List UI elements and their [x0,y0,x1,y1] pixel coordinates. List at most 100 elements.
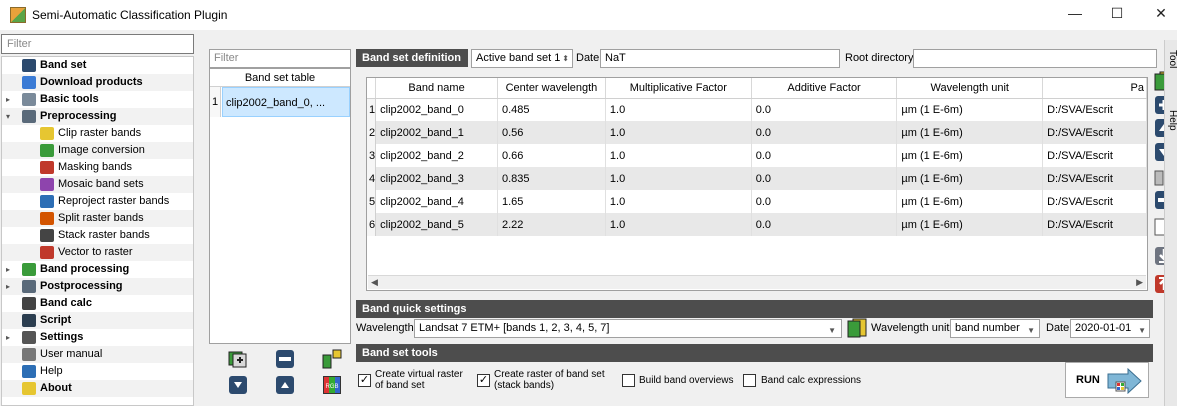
path-cell[interactable]: D:/SVA/Escrit [1042,144,1147,167]
stack-bands-checkbox[interactable]: ✓ [477,374,490,387]
move-up-band-set-button[interactable] [275,375,295,395]
center-wavelength-cell[interactable]: 0.835 [497,167,606,190]
path-cell[interactable]: D:/SVA/Escrit [1042,121,1147,144]
band-name-cell[interactable]: clip2002_band_1 [375,121,498,144]
wavelength-unit-cell[interactable]: µm (1 E-6m) [896,167,1044,190]
band-name-cell[interactable]: clip2002_band_5 [375,213,498,236]
menu-item-band-set[interactable]: Band set [2,57,193,74]
wavelength-unit-cell[interactable]: µm (1 E-6m) [896,213,1044,236]
menu-item-script[interactable]: Script [2,312,193,329]
active-band-set-spinbox[interactable]: Active band set 1 ⬍ [471,49,573,68]
move-down-band-set-button[interactable] [228,375,248,395]
band-set-cell[interactable]: clip2002_band_0, ... [222,87,350,117]
chevron-right-icon[interactable]: ▸ [6,278,14,295]
menu-item-band-calc[interactable]: Band calc [2,295,193,312]
table-row[interactable]: 4 clip2002_band_3 0.835 1.0 0.0 µm (1 E-6m) D:… [367,167,1147,190]
center-wavelength-cell[interactable]: 0.56 [497,121,606,144]
menu-item-image-conversion[interactable]: Image conversion [2,142,193,159]
table-row[interactable]: 2 clip2002_band_1 0.56 1.0 0.0 µm (1 E-6m) D:/… [367,121,1147,144]
path-cell[interactable]: D:/SVA/Escrit [1042,190,1147,213]
table-row[interactable]: 6 clip2002_band_5 2.22 1.0 0.0 µm (1 E-6m) D:/… [367,213,1147,236]
wavelength-unit-cell[interactable]: µm (1 E-6m) [896,98,1044,121]
menu-item-help[interactable]: Help [2,363,193,380]
menu-item-user-manual[interactable]: User manual [2,346,193,363]
add-band-set-button[interactable] [228,349,248,369]
path-cell[interactable]: D:/SVA/Escrit [1042,213,1147,236]
center-wavelength-cell[interactable]: 2.22 [497,213,606,236]
band-calc-expressions-checkbox[interactable] [743,374,756,387]
menu-item-vector-to-raster[interactable]: Vector to raster [2,244,193,261]
run-button[interactable]: RUN [1065,362,1149,398]
menu-item-mosaic-band-sets[interactable]: Mosaic band sets [2,176,193,193]
menu-filter-input[interactable]: Filter [1,34,194,54]
multiplicative-factor-cell[interactable]: 1.0 [605,190,752,213]
center-wavelength-cell[interactable]: 0.66 [497,144,606,167]
band-name-cell[interactable]: clip2002_band_2 [375,144,498,167]
minimize-button[interactable]: — [1060,5,1090,25]
path-cell[interactable]: D:/SVA/Escrit [1042,98,1147,121]
center-wavelength-cell[interactable]: 0.485 [497,98,606,121]
menu-item-postprocessing[interactable]: ▸ Postprocessing [2,278,193,295]
build-overviews-checkbox[interactable] [622,374,635,387]
sort-by-wavelength-button[interactable] [847,318,867,338]
band-name-cell[interactable]: clip2002_band_0 [375,98,498,121]
menu-item-reproject-raster-bands[interactable]: Reproject raster bands [2,193,193,210]
menu-item-stack-raster-bands[interactable]: Stack raster bands [2,227,193,244]
scroll-left-icon[interactable]: ◀ [371,277,378,288]
spin-arrows-icon[interactable]: ⬍ [562,52,569,65]
menu-item-preprocessing[interactable]: ▾ Preprocessing [2,108,193,125]
chevron-right-icon[interactable]: ▸ [6,329,14,346]
column-header-wavelength-unit[interactable]: Wavelength unit [896,78,1044,99]
chevron-down-icon[interactable]: ▾ [6,108,14,125]
path-cell[interactable]: D:/SVA/Escrit [1042,167,1147,190]
wavelength-unit-cell[interactable]: µm (1 E-6m) [896,121,1044,144]
chevron-right-icon[interactable]: ▸ [6,91,14,108]
menu-item-split-raster-bands[interactable]: Split raster bands [2,210,193,227]
menu-item-basic-tools[interactable]: ▸ Basic tools [2,91,193,108]
additive-factor-cell[interactable]: 0.0 [751,98,898,121]
menu-item-clip-raster-bands[interactable]: Clip raster bands [2,125,193,142]
additive-factor-cell[interactable]: 0.0 [751,213,898,236]
dock-tab-tool[interactable]: Tool [1165,50,1177,68]
remove-band-set-button[interactable] [275,349,295,369]
additive-factor-cell[interactable]: 0.0 [751,190,898,213]
menu-item-band-processing[interactable]: ▸ Band processing [2,261,193,278]
sort-band-set-button[interactable] [322,349,342,369]
wavelength-unit-cell[interactable]: µm (1 E-6m) [896,144,1044,167]
menu-item-settings[interactable]: ▸ Settings [2,329,193,346]
wavelength-unit-cell[interactable]: µm (1 E-6m) [896,190,1044,213]
close-button[interactable]: ✕ [1146,5,1176,25]
multiplicative-factor-cell[interactable]: 1.0 [605,98,752,121]
column-header-center-wavelength[interactable]: Center wavelength [497,78,606,99]
column-header-path[interactable]: Pa [1042,78,1147,99]
center-wavelength-cell[interactable]: 1.65 [497,190,606,213]
rgb-band-set-button[interactable]: RGB [322,375,342,395]
multiplicative-factor-cell[interactable]: 1.0 [605,213,752,236]
multiplicative-factor-cell[interactable]: 1.0 [605,121,752,144]
wavelength-select[interactable]: Landsat 7 ETM+ [bands 1, 2, 3, 4, 5, 7] … [414,319,842,338]
horizontal-scrollbar[interactable]: ◀ ▶ [368,275,1146,289]
column-header-band-name[interactable]: Band name [375,78,498,99]
multiplicative-factor-cell[interactable]: 1.0 [605,144,752,167]
dock-tab-help[interactable]: Help [1165,110,1177,131]
column-header-multiplicative-factor[interactable]: Multiplicative Factor [605,78,752,99]
menu-item-download-products[interactable]: Download products [2,74,193,91]
table-row[interactable]: 3 clip2002_band_2 0.66 1.0 0.0 µm (1 E-6m) D:/… [367,144,1147,167]
chevron-right-icon[interactable]: ▸ [6,261,14,278]
table-row[interactable]: 5 clip2002_band_4 1.65 1.0 0.0 µm (1 E-6m) D:/… [367,190,1147,213]
column-header-additive-factor[interactable]: Additive Factor [751,78,898,99]
maximize-button[interactable]: ☐ [1102,5,1132,25]
band-set-filter-input[interactable]: Filter [209,49,351,68]
menu-item-about[interactable]: About [2,380,193,397]
band-name-cell[interactable]: clip2002_band_4 [375,190,498,213]
table-row[interactable]: 1 clip2002_band_0 0.485 1.0 0.0 µm (1 E-6m) D:… [367,98,1147,121]
additive-factor-cell[interactable]: 0.0 [751,121,898,144]
additive-factor-cell[interactable]: 0.0 [751,144,898,167]
quick-date-input[interactable]: 2020-01-01 ▼ [1070,319,1150,338]
virtual-raster-checkbox[interactable]: ✓ [358,374,371,387]
root-directory-input[interactable] [913,49,1157,68]
menu-item-masking-bands[interactable]: Masking bands [2,159,193,176]
band-set-row[interactable]: 1 clip2002_band_0, ... [210,87,350,117]
additive-factor-cell[interactable]: 0.0 [751,167,898,190]
scroll-right-icon[interactable]: ▶ [1136,277,1143,288]
